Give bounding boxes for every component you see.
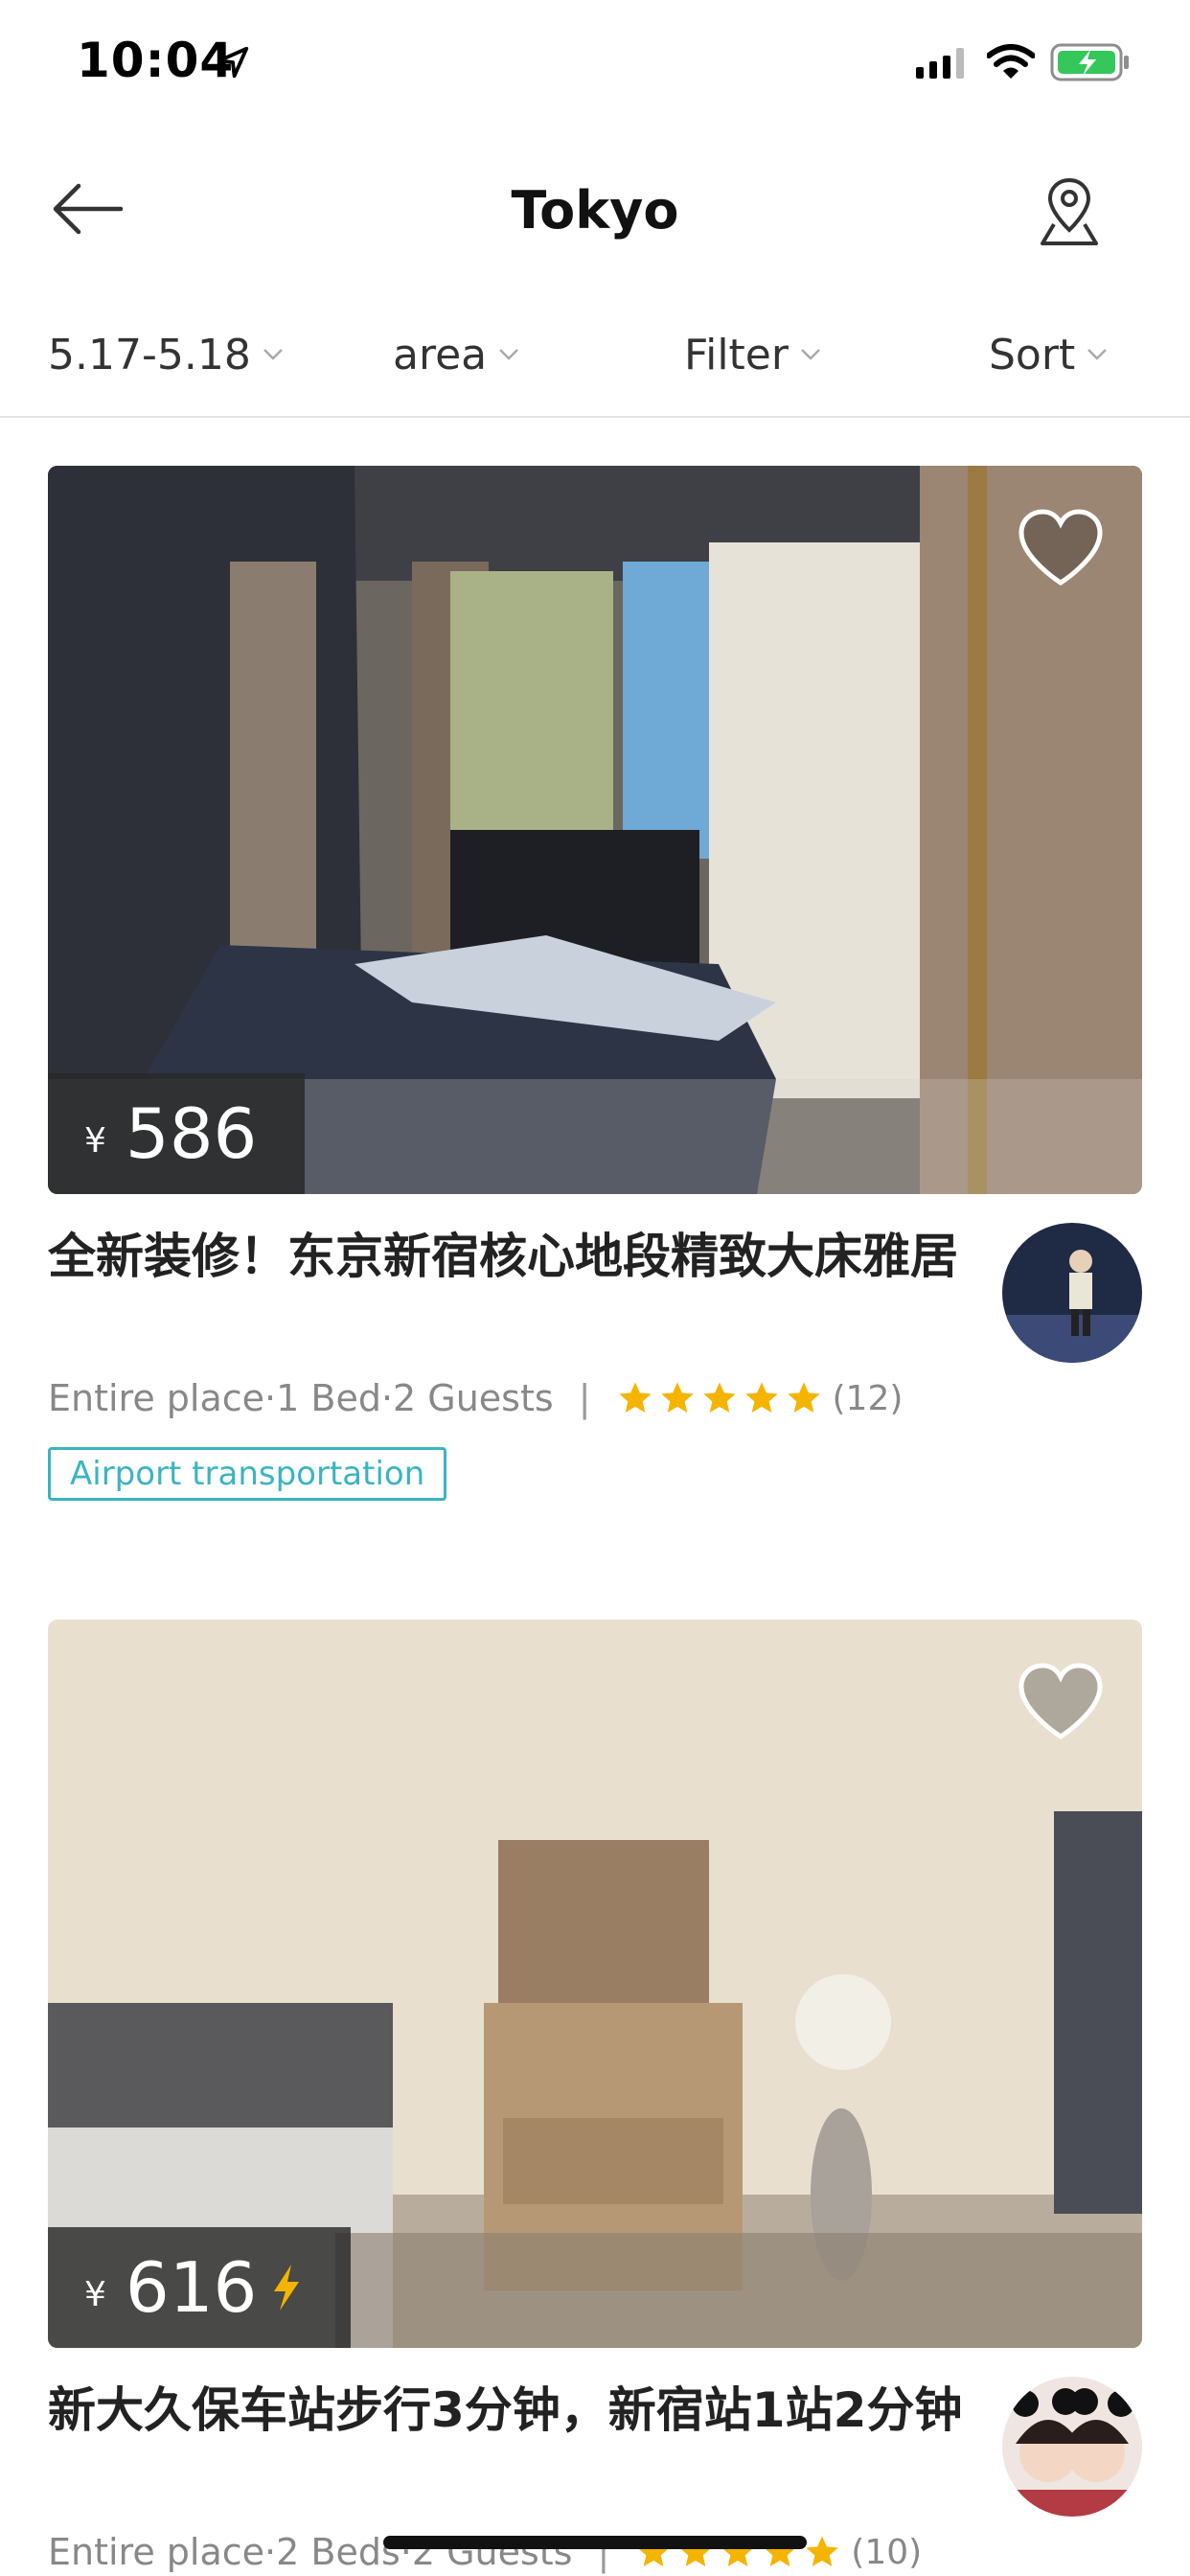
listing-card[interactable]: ¥ 616 新大久保车站步行3分钟，新宿站1站2分钟 Entire place·… [48,1620,1142,2573]
cellular-signal-icon [916,48,964,79]
listing-meta: Entire place·1 Bed·2 Guests | (12) [48,1372,903,1424]
navigation-bar: Tokyo [0,144,1190,278]
price-value: 586 [125,1093,258,1174]
page-title: Tokyo [511,180,679,241]
amenity-tag: Airport transportation [48,1447,447,1501]
home-indicator[interactable] [383,2536,807,2549]
filter-dropdown[interactable]: Filter [684,324,821,385]
divider: | [578,1377,591,1419]
wifi-icon [987,44,1035,79]
map-pin-icon[interactable] [1035,172,1104,249]
sort-dropdown[interactable]: Sort [989,324,1108,385]
currency-symbol: ¥ [84,2274,106,2314]
listing-details: Entire place·1 Bed·2 Guests [48,1377,554,1419]
battery-charging-icon [1050,43,1129,81]
currency-symbol: ¥ [84,1120,106,1161]
listing-meta: Entire place·2 Beds·2 Guests | (10) [48,2526,922,2576]
review-count: (12) [832,1378,904,1418]
listing-photo[interactable]: ¥ 616 [48,1620,1142,2348]
status-time: 10:04 [77,33,235,88]
heart-icon[interactable] [1016,1662,1106,1742]
price-value: 616 [125,2247,258,2328]
star-icon [618,1382,652,1413]
area-filter[interactable]: area [393,324,519,385]
date-range-label: 5.17-5.18 [48,330,251,380]
sort-label: Sort [989,330,1076,380]
area-label: area [393,330,488,380]
chevron-down-icon [263,349,283,360]
heart-icon[interactable] [1016,508,1106,588]
price-tag: ¥ 616 [48,2227,352,2348]
listing-title[interactable]: 新大久保车站步行3分钟，新宿站1站2分钟 [48,2377,968,2444]
star-icon [660,1382,694,1413]
chevron-down-icon [1087,349,1108,360]
instant-book-bolt-icon [274,2265,300,2311]
host-avatar[interactable] [1002,2377,1142,2517]
date-range-filter[interactable]: 5.17-5.18 [48,324,284,385]
location-arrow-icon [217,46,249,79]
chevron-down-icon [499,349,519,360]
listing-photo[interactable]: ¥ 586 [48,466,1142,1194]
host-avatar[interactable] [1002,1223,1142,1363]
star-icon [806,2536,838,2566]
star-icon [744,1382,778,1413]
price-tag: ¥ 586 [48,1073,306,1194]
rating-stars [616,1379,827,1417]
filter-label: Filter [684,330,789,380]
review-count: (10) [851,2532,923,2572]
star-icon [702,1382,736,1413]
status-bar: 10:04 [0,0,1190,126]
filter-bar: 5.17-5.18 area Filter Sort [0,307,1190,418]
listing-card[interactable]: ¥ 586 全新装修！东京新宿核心地段精致大床雅居 Entire place·1… [48,466,1142,1501]
listing-title[interactable]: 全新装修！东京新宿核心地段精致大床雅居 [48,1223,968,1290]
chevron-down-icon [801,349,820,360]
star-icon [787,1382,820,1413]
